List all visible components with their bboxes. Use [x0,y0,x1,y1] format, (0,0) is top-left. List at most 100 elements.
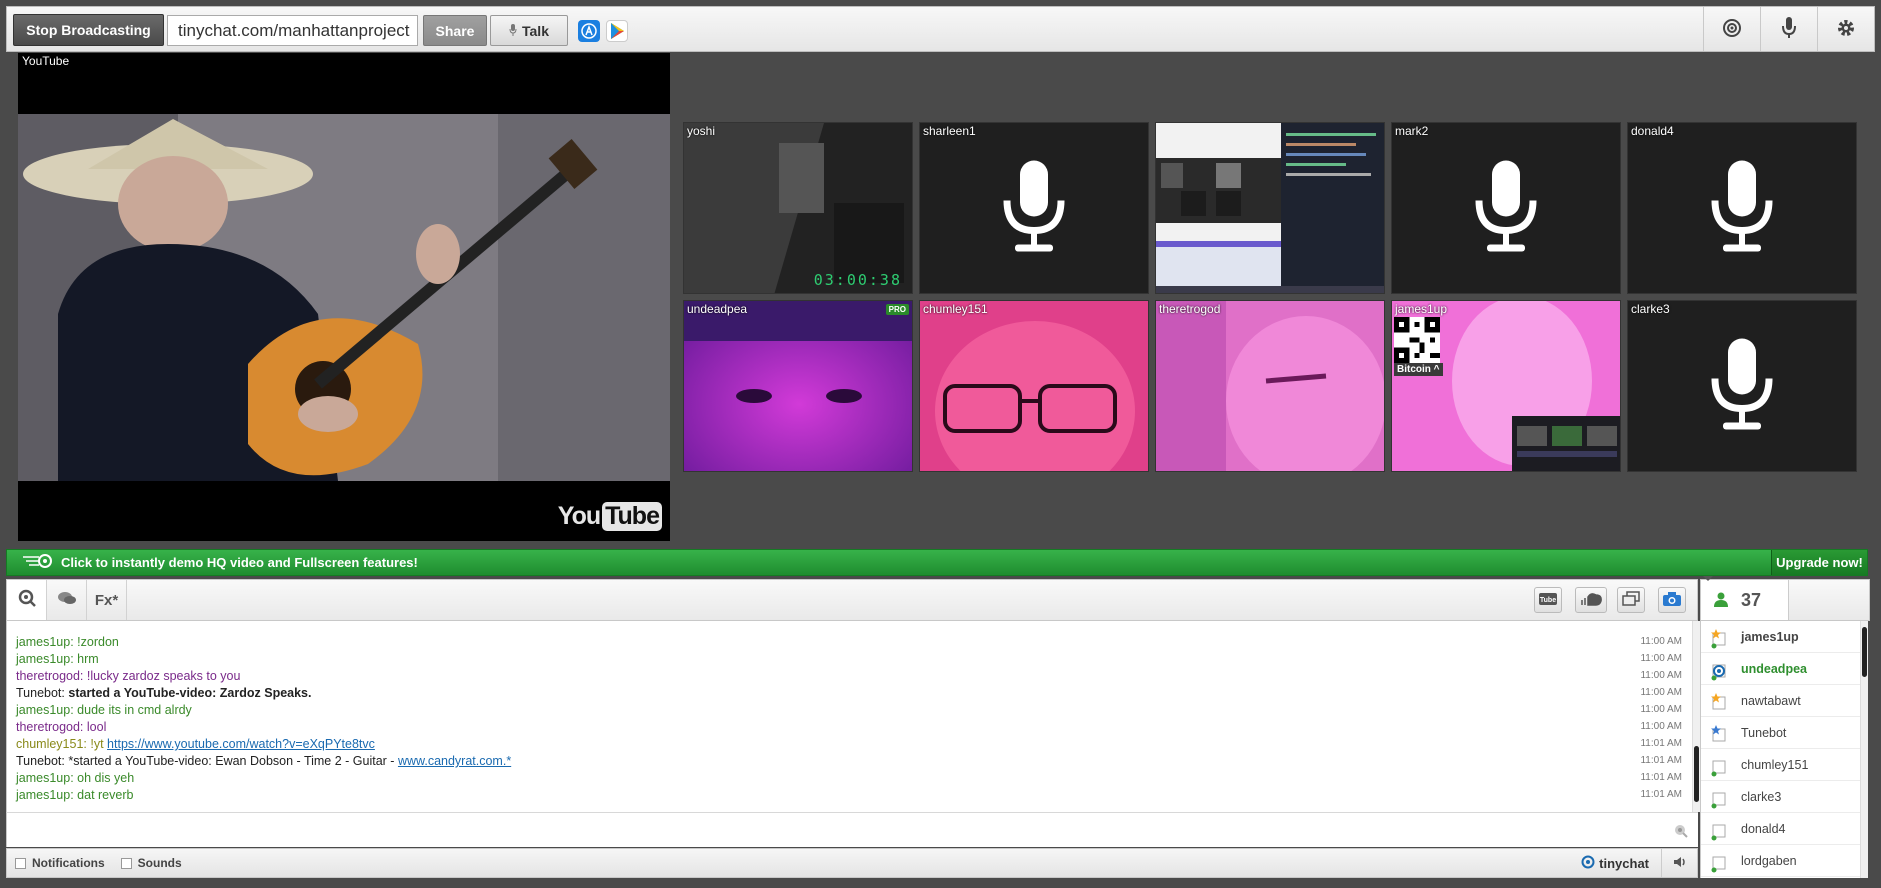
camera-tile-james1up[interactable]: james1up Bitcoin ^ [1391,300,1621,472]
user-name: nawtabawt [1741,693,1801,708]
gear-icon [1836,18,1856,41]
user-list-item[interactable]: undeadpea [1701,653,1861,685]
camera-tile-sharleen1[interactable]: sharleen1 [919,122,1149,294]
camera-user-name: undeadpea [687,302,748,316]
tinychat-brand-label: tinychat [1599,856,1649,871]
user-list-item[interactable]: donald4 [1701,813,1861,845]
settings-button[interactable] [1817,7,1874,51]
user-list-item[interactable]: chumley151 [1701,749,1861,781]
user-count: 37 [1741,589,1762,610]
chat-scrollbar[interactable] [1692,621,1700,812]
upgrade-now-button[interactable]: Upgrade now! [1771,550,1867,575]
talk-button[interactable]: Talk [490,15,568,46]
camera-tile-theretrogod[interactable]: theretrogod [1155,300,1385,472]
microphone-button[interactable] [1760,7,1817,51]
camera-tile-donald4[interactable]: donald4 [1627,122,1857,294]
user-status-icon [1711,821,1727,841]
user-list-scrollbar-thumb[interactable] [1862,627,1867,677]
camera-video-feed [920,301,1148,471]
camera-video-feed [684,123,912,293]
user-list-item[interactable]: Tunebot [1701,717,1861,749]
camera-user-name: theretrogod [1159,302,1221,316]
chat-message-time: 11:00 AM [1640,636,1682,647]
clipped-previous-message [16,621,306,623]
popout-button[interactable] [1617,587,1645,613]
stop-broadcasting-button[interactable]: Stop Broadcasting [13,14,164,46]
chat-message-time: 11:00 AM [1640,670,1682,681]
camera-user-name: yoshi [687,124,716,138]
soundcloud-button[interactable] [1575,587,1607,613]
camera-snapshot-button[interactable] [1658,587,1686,613]
sounds-checkbox[interactable]: Sounds [120,856,182,870]
camera-tile-clarke3[interactable]: clarke3 [1627,300,1857,472]
bitcoin-label: Bitcoin ^ [1394,363,1443,376]
share-button[interactable]: Share [423,15,487,46]
camera-tile-chumley151[interactable]: chumley151 [919,300,1149,472]
google-play-icon[interactable] [606,20,628,42]
chat-message: james1up: hrm [16,652,99,666]
camera-timestamp: 03:00:38 [813,271,902,289]
user-list-item[interactable]: james1up [1701,621,1861,653]
user-list-item[interactable]: nawtabawt [1701,685,1861,717]
screen-share-feed [1156,123,1384,293]
notifications-checkbox[interactable]: Notifications [15,856,105,870]
user-count-tab[interactable]: 37 [1701,580,1789,620]
user-list-header: 37 [1700,576,1870,621]
room-url-field[interactable]: tinychat.com/manhattanproject [167,15,418,46]
user-list-scrollbar[interactable] [1860,621,1868,878]
youtube-video-frame[interactable] [18,114,670,481]
chat-message-time: 11:00 AM [1640,653,1682,664]
chat-message: chumley151: !yt https://www.youtube.com/… [16,737,375,751]
sounds-checkbox-box[interactable] [120,857,132,869]
target-icon [1722,18,1742,41]
chat-scrollbar-thumb[interactable] [1694,746,1699,802]
broadcasting-icon [1711,661,1727,681]
chat-log[interactable]: james1up: !zordon 11:00 AM james1up: hrm… [6,621,1692,812]
chat-search-icon [18,589,36,611]
tinychat-brand[interactable]: tinychat [1581,855,1649,872]
chat-link[interactable]: www.candyrat.com.* [398,754,511,768]
bitcoin-qr-code [1394,317,1440,363]
youtube-panel-label: YouTube [22,54,70,68]
sounds-label: Sounds [137,856,182,870]
camera-tile-screen-share[interactable] [1155,122,1385,294]
speaker-icon [1673,856,1687,871]
camera-tile-mark2[interactable]: mark2 [1391,122,1621,294]
user-status-icon [1711,757,1727,777]
chat-link[interactable]: https://www.youtube.com/watch?v=eXqPYte8… [107,737,375,751]
upgrade-banner[interactable]: Click to instantly demo HQ video and Ful… [6,549,1868,576]
user-list-item[interactable]: clarke3 [1701,781,1861,813]
chat-tab-private[interactable] [47,580,87,620]
youtube-player[interactable]: YouTube You Tube [18,53,670,541]
user-name: lordgaben [1741,853,1797,868]
youtube-button[interactable]: Tube [1534,587,1562,613]
chat-message-input[interactable] [6,812,1698,847]
moderator-star-icon [1711,629,1727,649]
user-list-item[interactable]: lordgaben [1701,845,1861,877]
user-icon [1713,591,1729,610]
user-status-icon [1711,853,1727,873]
volume-button[interactable] [1661,849,1697,877]
chat-toolbar: Fx* Tube [6,579,1698,621]
notifications-checkbox-box[interactable] [15,857,26,869]
chat-send-icon[interactable] [1674,824,1688,841]
user-name: james1up [1741,629,1799,644]
chat-tab-main[interactable] [7,580,47,620]
user-name: undeadpea [1741,661,1807,676]
chat-message: Tunebot: *started a YouTube-video: Ewan … [16,754,512,768]
camera-tile-undeadpea[interactable]: undeadpea PRO [683,300,913,472]
camera-tile-yoshi[interactable]: yoshi 03:00:38 [683,122,913,294]
effects-button[interactable]: Fx* [87,580,127,620]
app-store-icon[interactable] [578,20,600,42]
guitarist-video-image [18,114,670,481]
chat-message-time: 11:00 AM [1640,687,1682,698]
moderator-star-icon [1711,693,1727,710]
user-name: Tunebot [1741,725,1787,740]
broadcast-settings-button[interactable] [1703,7,1760,51]
upgrade-banner-text: Click to instantly demo HQ video and Ful… [61,555,418,570]
chat-footer: Notifications Sounds tinychat [6,848,1698,878]
chat-message: theretrogod: !lucky zardoz speaks to you [16,669,241,683]
chat-message: james1up: dat reverb [16,788,134,802]
collapse-arrow-icon[interactable] [1703,576,1713,581]
chat-message: theretrogod: lool [16,720,107,734]
